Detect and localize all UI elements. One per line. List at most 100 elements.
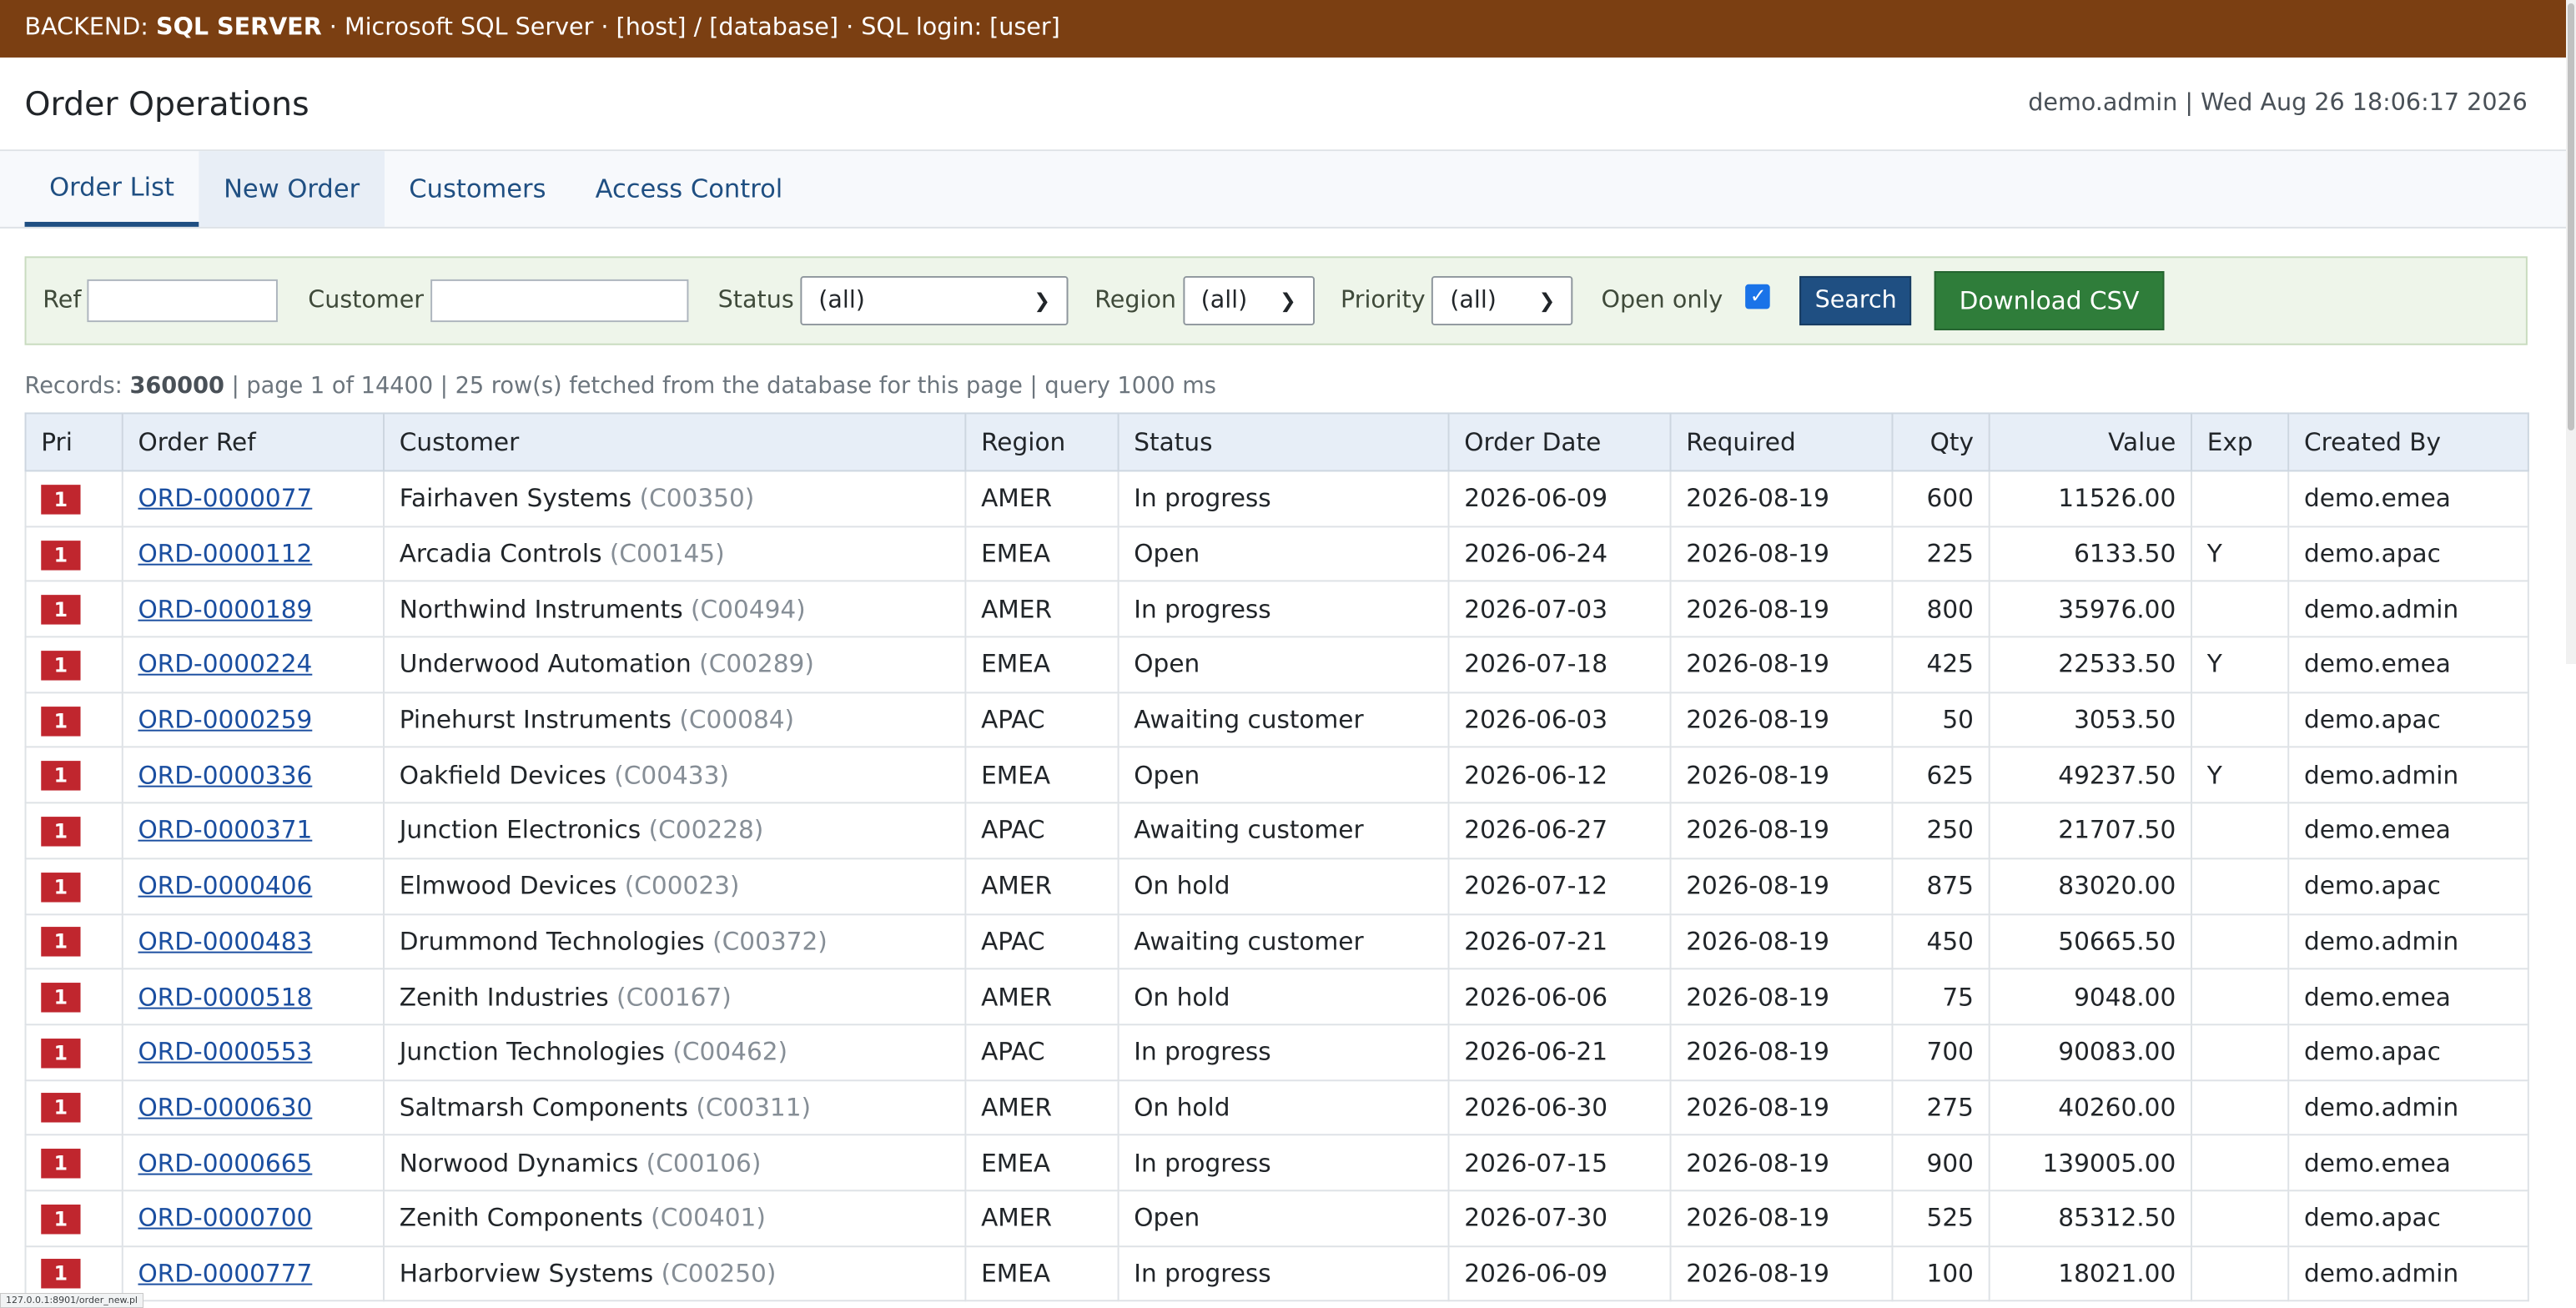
order-ref-link[interactable]: ORD-0000224 <box>138 650 312 679</box>
required-cell: 2026-08-19 <box>1669 1245 1894 1302</box>
region-cell: EMEA <box>964 636 1119 693</box>
priority-badge: 1 <box>41 540 81 570</box>
value-cell: 6133.50 <box>1988 525 2192 583</box>
col-header-qty[interactable]: Qty <box>1891 412 1990 472</box>
status-cell: Awaiting customer <box>1117 802 1450 859</box>
order-ref-link[interactable]: ORD-0000665 <box>138 1148 312 1177</box>
order-ref-link[interactable]: ORD-0000406 <box>138 871 312 900</box>
table-row: 1 ORD-0000700 Zenith Components (C00401) AM… <box>24 1190 2529 1247</box>
table-row: 1 ORD-0000665 Norwood Dynamics (C00106) EME… <box>24 1134 2529 1192</box>
required-cell: 2026-08-19 <box>1669 636 1894 693</box>
required-cell: 2026-08-19 <box>1669 747 1894 804</box>
priority-cell: 1 <box>24 1024 123 1081</box>
order-ref-link[interactable]: ORD-0000483 <box>138 927 312 956</box>
region-select[interactable]: (all) ❯ <box>1182 275 1315 326</box>
required-cell: 2026-08-19 <box>1669 1079 1894 1136</box>
priority-badge: 1 <box>41 1259 81 1290</box>
qty-cell: 250 <box>1891 802 1990 859</box>
download-csv-button[interactable]: Download CSV <box>1935 271 2165 330</box>
table-row: 1 ORD-0000518 Zenith Industries (C00167) AM… <box>24 968 2529 1026</box>
required-cell: 2026-08-19 <box>1669 691 1894 749</box>
records-summary: Records: 360000 | page 1 of 14400 | 25 r… <box>25 368 2576 404</box>
priority-badge: 1 <box>41 595 81 626</box>
customer-id: (C00167) <box>616 982 732 1012</box>
page-header: Order Operations demo.admin | Wed Aug 26… <box>0 58 2576 152</box>
col-header-exp[interactable]: Exp <box>2191 412 2290 472</box>
col-header-pri[interactable]: Pri <box>24 412 123 472</box>
ref-input[interactable] <box>88 279 279 323</box>
open-only-label: Open only <box>1601 287 1723 314</box>
qty-cell: 275 <box>1891 1079 1990 1136</box>
exp-cell: Y <box>2191 636 2290 693</box>
customer-cell: Harborview Systems (C00250) <box>383 1245 967 1302</box>
col-header-status[interactable]: Status <box>1117 412 1450 472</box>
status-label: Status <box>717 287 794 314</box>
order-ref-cell: ORD-0000518 <box>121 968 385 1026</box>
order-ref-link[interactable]: ORD-0000777 <box>138 1259 312 1288</box>
records-label: Records: <box>24 373 130 400</box>
order-ref-link[interactable]: ORD-0000189 <box>138 595 312 624</box>
region-cell: EMEA <box>964 747 1119 804</box>
exp-cell <box>2191 857 2290 915</box>
order-date-cell: 2026-06-24 <box>1447 525 1672 583</box>
order-ref-link[interactable]: ORD-0000336 <box>138 761 312 790</box>
customer-id: (C00350) <box>639 483 755 514</box>
order-ref-link[interactable]: ORD-0000518 <box>138 982 312 1011</box>
col-header-customer[interactable]: Customer <box>383 412 967 472</box>
qty-cell: 225 <box>1891 525 1990 583</box>
records-count: 360000 <box>129 373 224 400</box>
qty-cell: 75 <box>1891 968 1990 1026</box>
order-ref-link[interactable]: ORD-0000077 <box>138 484 312 513</box>
order-ref-link[interactable]: ORD-0000630 <box>138 1093 312 1122</box>
value-cell: 40260.00 <box>1988 1079 2192 1136</box>
customer-id: (C00433) <box>614 760 729 791</box>
order-ref-link[interactable]: ORD-0000112 <box>138 539 312 568</box>
priority-badge: 1 <box>41 1093 81 1124</box>
col-header-created-by[interactable]: Created By <box>2287 412 2529 472</box>
order-ref-link[interactable]: ORD-0000553 <box>138 1038 312 1067</box>
customer-cell: Underwood Automation (C00289) <box>383 636 967 693</box>
col-header-required[interactable]: Required <box>1669 412 1894 472</box>
customer-name: Northwind Instruments <box>399 594 683 625</box>
customer-cell: Zenith Industries (C00167) <box>383 968 967 1026</box>
priority-cell: 1 <box>24 857 123 915</box>
customer-name: Zenith Industries <box>399 982 609 1012</box>
search-button[interactable]: Search <box>1799 275 1912 326</box>
order-date-cell: 2026-06-21 <box>1447 1024 1672 1081</box>
priority-select[interactable]: (all) ❯ <box>1431 275 1573 326</box>
col-header-value[interactable]: Value <box>1988 412 2192 472</box>
priority-cell: 1 <box>24 747 123 804</box>
col-header-region[interactable]: Region <box>964 412 1119 472</box>
status-select[interactable]: (all) ❯ <box>800 275 1069 326</box>
region-cell: AMER <box>964 1079 1119 1136</box>
priority-badge: 1 <box>41 484 81 515</box>
customer-input[interactable] <box>430 279 689 323</box>
tab-access-control[interactable]: Access Control <box>571 151 808 227</box>
customer-id: (C00250) <box>661 1258 777 1289</box>
order-ref-link[interactable]: ORD-0000700 <box>138 1204 312 1233</box>
priority-cell: 1 <box>24 802 123 859</box>
tab-customers[interactable]: Customers <box>385 151 571 227</box>
priority-cell: 1 <box>24 1134 123 1192</box>
customer-name: Zenith Components <box>399 1203 643 1234</box>
order-date-cell: 2026-07-15 <box>1447 1134 1672 1192</box>
banner-details: · Microsoft SQL Server · [host] / [datab… <box>321 14 1060 42</box>
customer-name: Elmwood Devices <box>399 871 617 901</box>
customer-name: Drummond Technologies <box>399 926 705 957</box>
banner-backend: SQL SERVER <box>155 14 322 42</box>
customer-id: (C00372) <box>712 926 828 957</box>
order-ref-link[interactable]: ORD-0000371 <box>138 816 312 845</box>
scrollbar-thumb[interactable] <box>2568 3 2574 430</box>
tab-order-list[interactable]: Order List <box>24 151 199 227</box>
order-ref-link[interactable]: ORD-0000259 <box>138 705 312 734</box>
table-row: 1 ORD-0000553 Junction Technologies (C0046… <box>24 1024 2529 1081</box>
col-header-order-ref[interactable]: Order Ref <box>121 412 385 472</box>
tab-new-order[interactable]: New Order <box>199 151 385 227</box>
table-row: 1 ORD-0000336 Oakfield Devices (C00433) EME… <box>24 747 2529 804</box>
status-cell: Awaiting customer <box>1117 913 1450 970</box>
order-ref-cell: ORD-0000406 <box>121 857 385 915</box>
open-only-checkbox[interactable]: ✓ <box>1745 283 1771 309</box>
status-cell: Open <box>1117 747 1450 804</box>
col-header-order-date[interactable]: Order Date <box>1447 412 1672 472</box>
page-scrollbar[interactable] <box>2566 0 2576 664</box>
